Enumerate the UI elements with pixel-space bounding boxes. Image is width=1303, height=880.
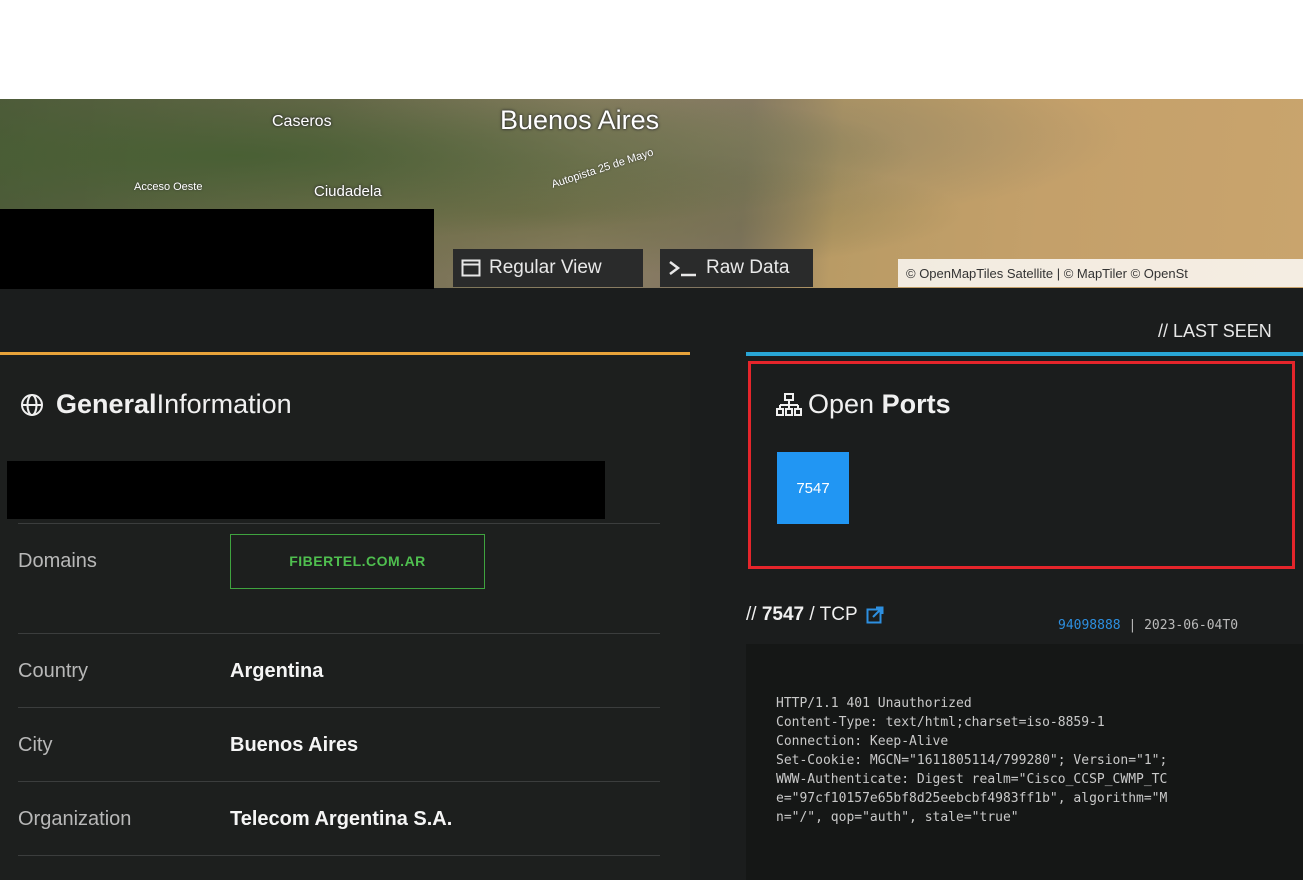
domains-label: Domains: [18, 549, 97, 572]
terminal-icon: [668, 259, 698, 277]
ports-title-bold: Ports: [881, 389, 951, 419]
map-label-acceso-oeste: Acceso Oeste: [134, 181, 203, 193]
service-hash-link[interactable]: 94098888: [1058, 618, 1121, 633]
service-meta: 94098888 | 2023-06-04T0: [1058, 618, 1238, 633]
row-divider: [18, 855, 660, 856]
organization-label: Organization: [18, 807, 132, 830]
sitemap-icon: [776, 392, 802, 417]
banner-text: HTTP/1.1 401 Unauthorized Content-Type: …: [776, 696, 1168, 825]
country-value: Argentina: [230, 659, 324, 682]
domains-row: Domains FIBERTEL.COM.AR: [18, 523, 660, 598]
map-label-autopista: Autopista 25 de Mayo: [550, 146, 656, 191]
organization-row: Organization Telecom Argentina S.A.: [18, 781, 660, 856]
map-label-ciudadela: Ciudadela: [314, 183, 382, 200]
general-title-bold: General: [56, 389, 157, 419]
map-label-caseros: Caseros: [272, 113, 332, 130]
country-label: Country: [18, 659, 89, 682]
domain-tag[interactable]: FIBERTEL.COM.AR: [230, 533, 485, 589]
city-label: City: [18, 733, 53, 756]
redacted-hostname: [7, 461, 605, 519]
redacted-block: [0, 209, 434, 289]
host-page: Caseros Buenos Aires Acceso Oeste Ciudad…: [0, 99, 1303, 880]
regular-view-label: Regular View: [489, 257, 602, 278]
service-timestamp: 2023-06-04T0: [1144, 618, 1239, 633]
city-value: Buenos Aires: [230, 733, 359, 756]
open-ports-title: Open Ports: [776, 389, 951, 420]
city-row: City Buenos Aires: [18, 707, 660, 782]
map-attribution[interactable]: © OpenMapTiles Satellite | © MapTiler © …: [898, 259, 1303, 287]
country-row: Country Argentina: [18, 633, 660, 708]
service-prefix: //: [746, 604, 762, 625]
last-seen-heading: // LAST SEEN: [1158, 321, 1272, 341]
raw-data-button[interactable]: Raw Data: [660, 249, 813, 287]
external-link-icon[interactable]: [866, 606, 884, 624]
organization-value: Telecom Argentina S.A.: [230, 807, 453, 830]
regular-view-button[interactable]: Regular View: [453, 249, 643, 287]
general-title-rest: Information: [156, 389, 292, 419]
service-port: 7547: [761, 604, 805, 625]
ports-accent-bar: [746, 352, 1303, 356]
service-header: // 7547 / TCP: [746, 604, 884, 626]
globe-icon: [20, 393, 44, 417]
general-information-title: General Information: [20, 389, 292, 420]
port-chip-7547[interactable]: 7547: [777, 452, 849, 524]
raw-data-label: Raw Data: [706, 257, 790, 278]
service-banner: HTTP/1.1 401 Unauthorized Content-Type: …: [746, 644, 1303, 880]
service-separator: |: [1120, 618, 1145, 633]
ports-title-rest: Open: [808, 389, 882, 419]
map-label-buenos-aires: Buenos Aires: [500, 105, 660, 135]
service-proto: / TCP: [804, 604, 858, 625]
window-icon: [461, 259, 481, 277]
